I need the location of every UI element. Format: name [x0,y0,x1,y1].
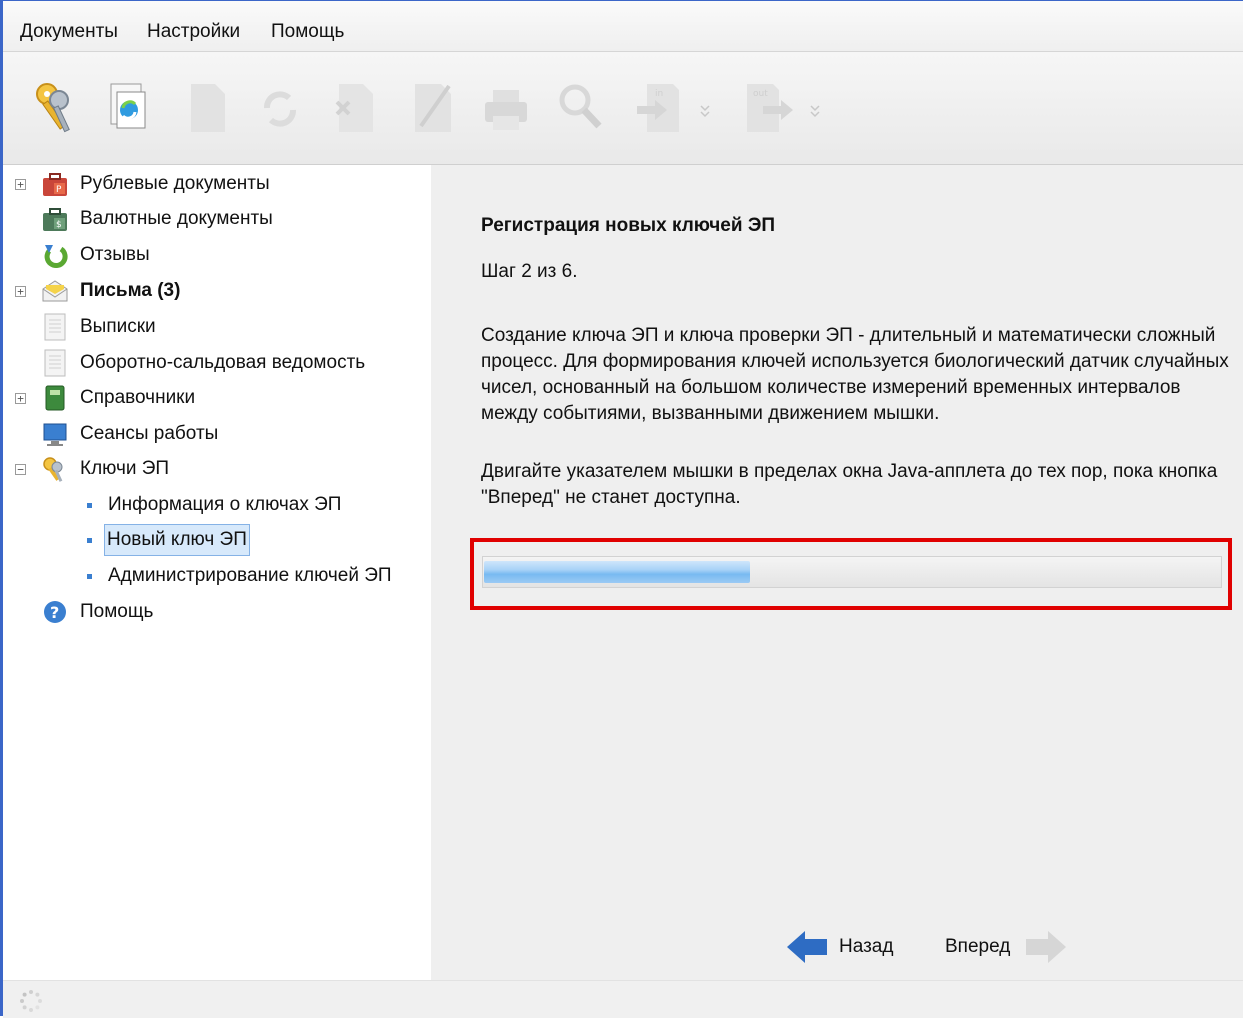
collapse-icon[interactable]: − [15,464,26,475]
tree-item-reference-books[interactable]: + Справочники [3,381,431,415]
import-icon: in [637,84,710,132]
new-document-toolbar-button [183,78,233,136]
monitor-icon [41,420,69,448]
tree-item-help[interactable]: ? Помощь [3,595,431,629]
tree-item-sessions[interactable]: Сеансы работы [3,417,431,451]
delete-document-icon [335,84,373,132]
tree-item-label-selected: Новый ключ ЭП [104,524,250,556]
tree-item-label: Помощь [80,601,154,622]
tree-item-letters[interactable]: + Письма (3) [3,274,431,308]
tree-item-key-administration[interactable]: Администрирование ключей ЭП [3,559,431,593]
bullet-icon [87,503,92,508]
wizard-description: Создание ключа ЭП и ключа проверки ЭП - … [481,325,1229,424]
edit-document-icon [415,84,451,132]
tree-item-keys[interactable]: − Ключи ЭП [3,452,431,486]
forward-button-label: Вперед [945,936,1011,957]
search-toolbar-button [555,78,605,136]
keys-icon [41,455,69,483]
tree-item-label: Информация о ключах ЭП [108,494,342,515]
tree-item-label: Отзывы [80,244,150,265]
expand-icon[interactable]: + [15,286,26,297]
expand-icon[interactable]: + [15,393,26,404]
tree-item-ruble-documents[interactable]: + P Рублевые документы [3,167,431,201]
app-window: Документы Настройки Помощь in out + P Ру… [0,0,1243,1018]
menu-documents[interactable]: Документы [20,21,118,43]
arrow-right-icon [1026,931,1067,963]
progress-highlight-frame [470,538,1232,610]
tree-item-label: Рублевые документы [80,173,270,194]
tree-item-label: Справочники [80,387,196,408]
arrow-left-icon [787,931,827,963]
wizard-panel: Регистрация новых ключей ЭП Шаг 2 из 6. … [431,165,1243,980]
dollar-briefcase-icon: $ [41,205,69,233]
print-toolbar-button [481,78,531,136]
refresh-document-icon [110,83,146,129]
balance-sheet-icon [41,349,69,377]
new-document-icon [191,84,225,132]
forward-button[interactable]: Вперед [945,925,1068,969]
back-button[interactable]: Назад [785,925,893,969]
wizard-instruction: Двигайте указателем мышки в пределах окн… [481,461,1218,508]
back-button-label: Назад [839,936,894,957]
tree-item-new-key[interactable]: Новый ключ ЭП [3,523,431,557]
svg-text:$: $ [56,220,62,230]
toolbar: in out [3,52,1243,165]
edit-document-toolbar-button [409,78,459,136]
tree-item-key-info[interactable]: Информация о ключах ЭП [3,488,431,522]
wizard-step: Шаг 2 из 6. [481,261,578,282]
tree-item-label: Администрирование ключей ЭП [108,565,392,586]
progress-fill [484,561,750,583]
loading-spinner-icon [19,989,43,1013]
tree-item-label: Сеансы работы [80,423,219,444]
print-icon [485,90,527,130]
tree-item-balance-sheet[interactable]: Оборотно-сальдовая ведомость [3,346,431,380]
tree-item-label: Письма (3) [80,280,181,301]
svg-text:in: in [655,89,663,99]
help-icon: ? [41,598,69,626]
reference-book-icon [41,384,69,412]
statement-document-icon [41,313,69,341]
delete-document-toolbar-button [329,78,379,136]
envelope-icon [41,277,69,305]
sync-icon [264,91,296,127]
search-icon [559,84,602,129]
status-bar [3,980,1243,1018]
menu-bar: Документы Настройки Помощь [3,1,1243,52]
refresh-document-toolbar-button[interactable] [103,78,153,136]
import-toolbar-dropdown: in [633,78,713,136]
tree-item-label: Выписки [80,316,156,337]
tree-item-statements[interactable]: Выписки [3,310,431,344]
revoke-arrow-icon [41,241,69,269]
ruble-briefcase-icon: P [41,170,69,198]
bullet-icon [87,574,92,579]
menu-settings[interactable]: Настройки [147,21,240,43]
wizard-title: Регистрация новых ключей ЭП [481,215,776,236]
svg-text:out: out [753,89,768,99]
menu-help[interactable]: Помощь [271,21,344,43]
svg-text:P: P [56,185,62,195]
sync-toolbar-button [255,78,305,136]
export-toolbar-dropdown: out [743,78,823,136]
bullet-icon [87,538,92,543]
keys-toolbar-button[interactable] [31,78,81,136]
export-icon: out [747,84,820,132]
tree-item-currency-documents[interactable]: $ Валютные документы [3,202,431,236]
expand-icon[interactable]: + [15,179,26,190]
keys-icon [36,83,70,133]
navigation-tree: + P Рублевые документы $ Валютные докуме… [3,165,431,980]
tree-item-label: Оборотно-сальдовая ведомость [80,352,366,373]
svg-text:?: ? [50,603,59,622]
tree-item-label: Ключи ЭП [80,458,170,479]
entropy-progress-bar [482,556,1222,588]
tree-item-revocations[interactable]: Отзывы [3,238,431,272]
tree-item-label: Валютные документы [80,208,273,229]
